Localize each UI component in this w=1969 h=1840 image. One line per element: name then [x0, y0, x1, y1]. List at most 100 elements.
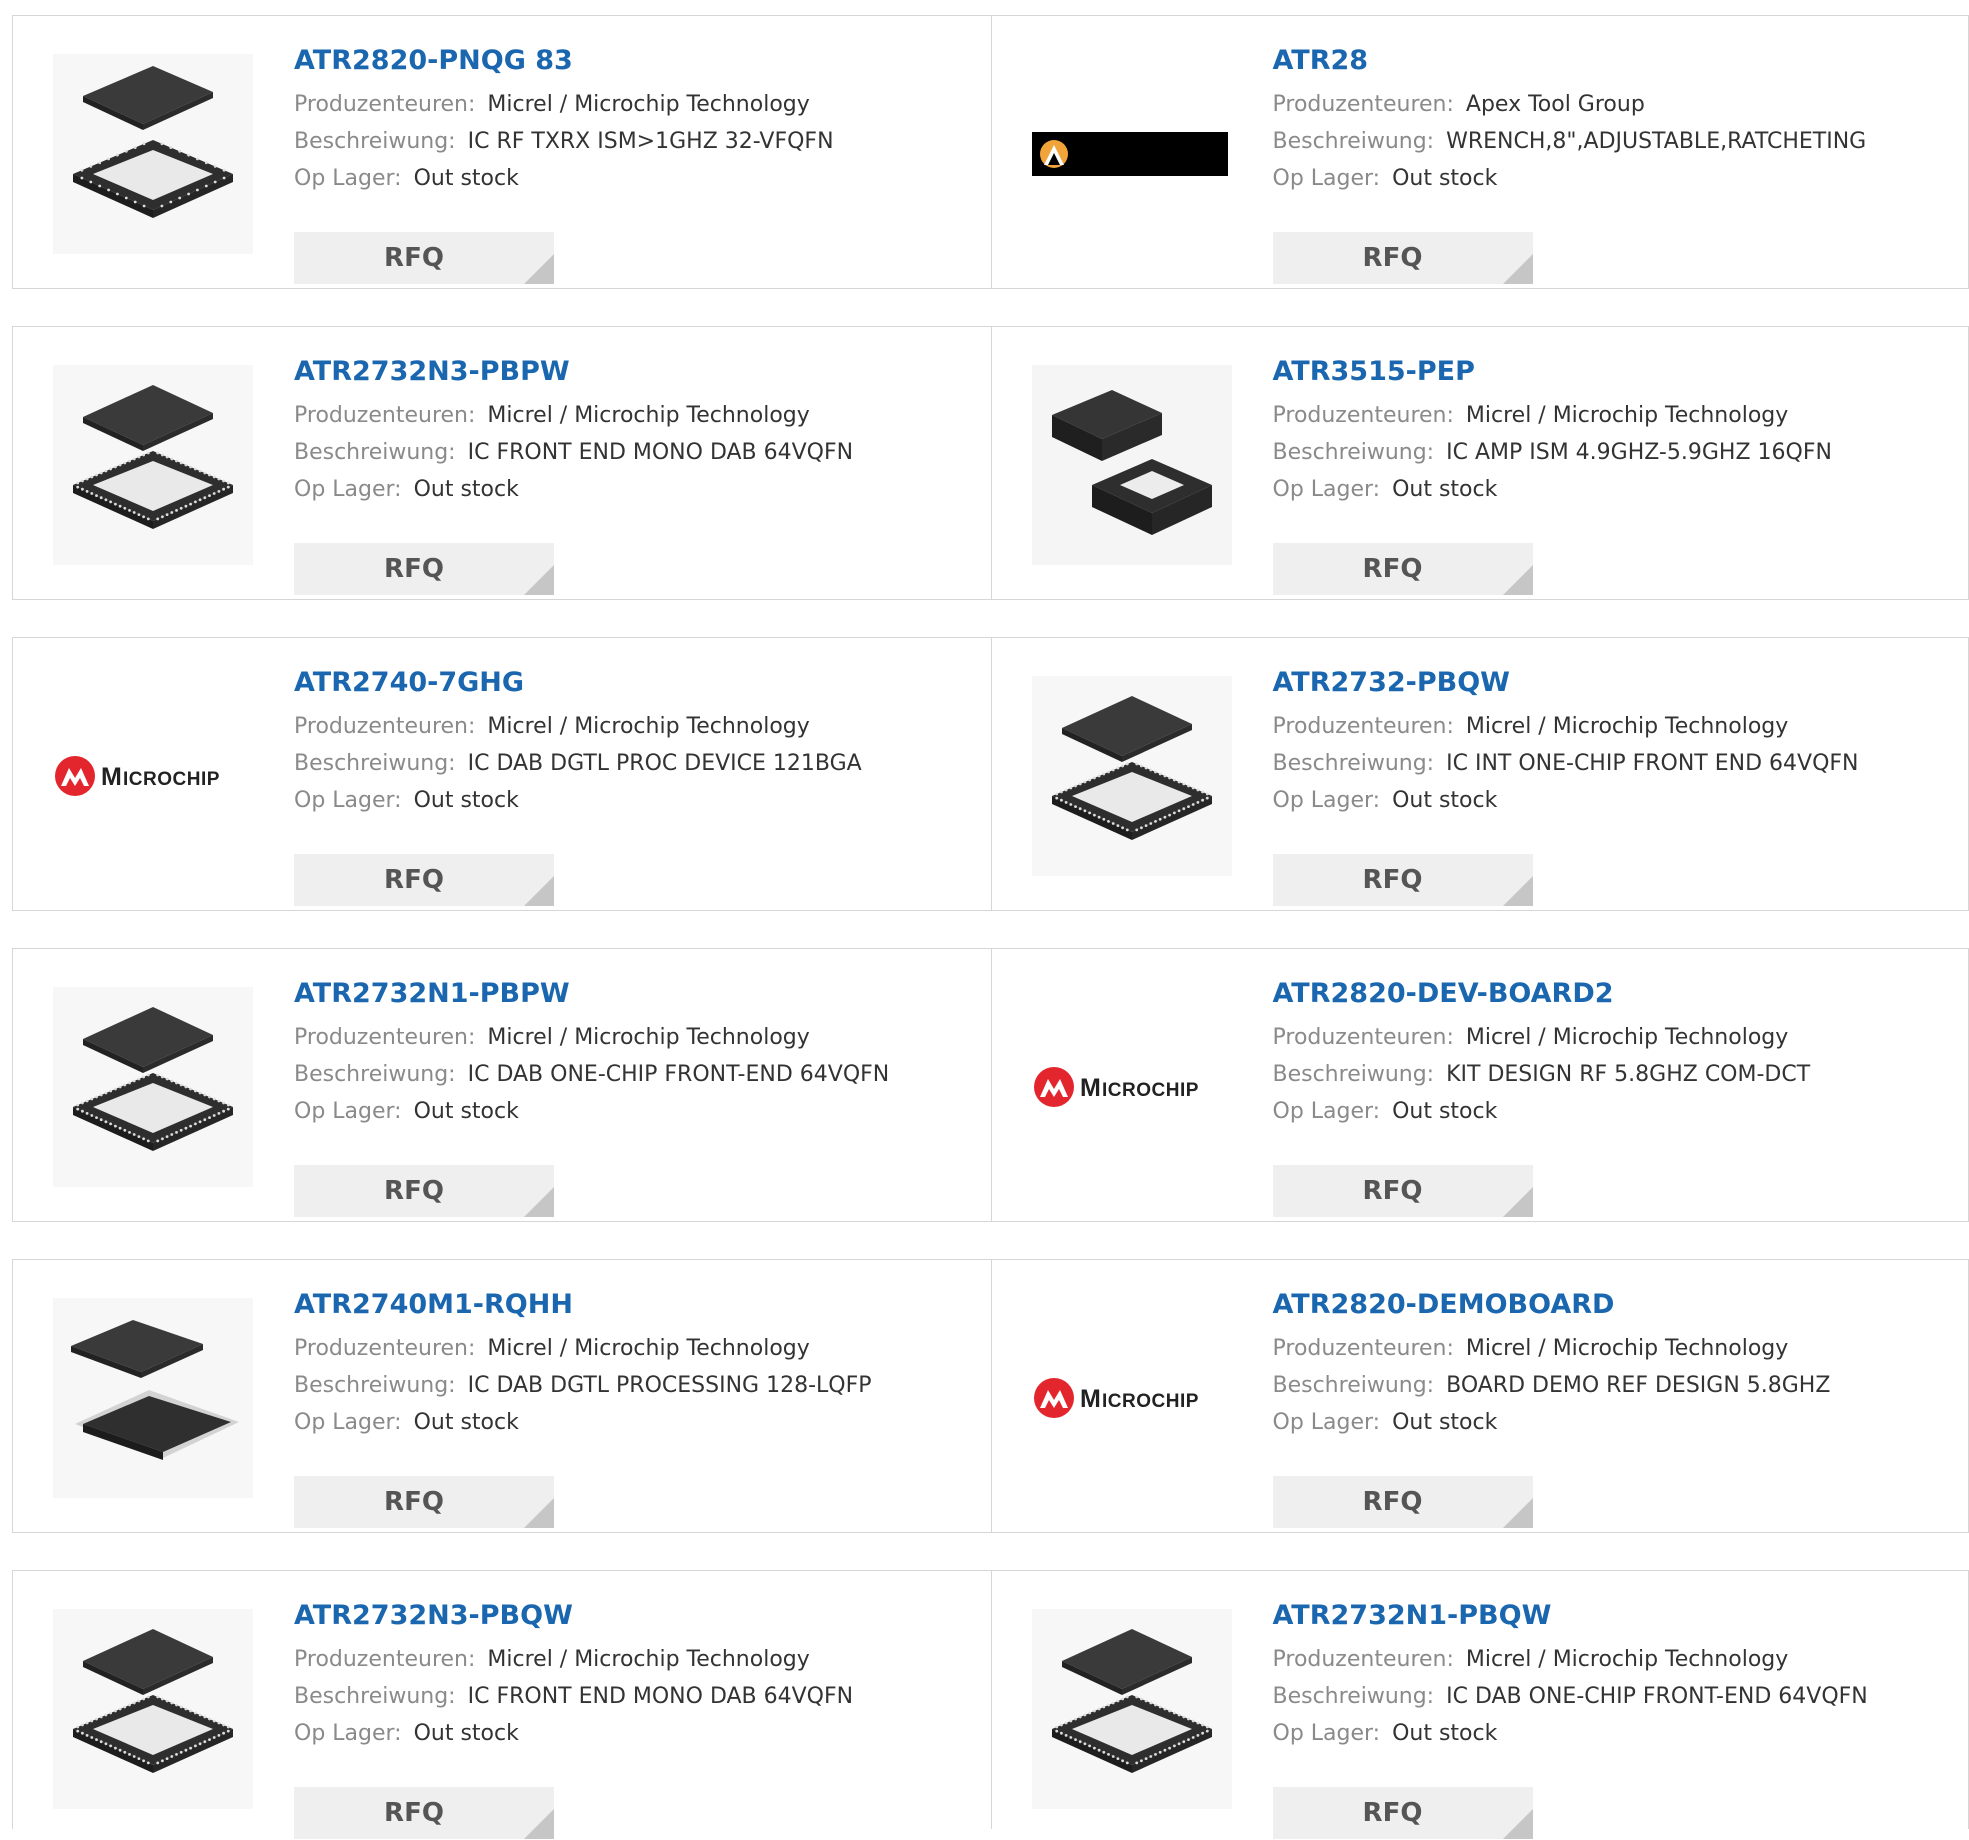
qfn-32-chip-icon[interactable] — [53, 54, 253, 254]
qfn-64-chip-icon[interactable] — [1031, 676, 1232, 876]
manufacturer-row: Produzenteuren: Micrel / Microchip Techno… — [1273, 708, 1959, 745]
manufacturer-label: Produzenteuren: — [1272, 1647, 1454, 1672]
description-row: Beschreiwung: IC DAB ONE-CHIP FRONT-END 6… — [294, 1056, 981, 1093]
stock-label: Op Lager: — [294, 1410, 402, 1435]
qfn-16-chip-icon[interactable] — [1031, 365, 1232, 565]
rfq-button[interactable]: RFQ — [1272, 1787, 1533, 1839]
rfq-button[interactable]: RFQ — [294, 1165, 554, 1217]
description-value: IC FRONT END MONO DAB 64VQFN — [467, 440, 854, 465]
rfq-button-label: RFQ — [384, 554, 444, 584]
part-number-link[interactable]: ATR2732N1-PBPW — [294, 977, 981, 1011]
rfq-button[interactable]: RFQ — [1272, 1165, 1533, 1217]
description-value: IC FRONT END MONO DAB 64VQFN — [467, 1684, 854, 1709]
stock-label: Op Lager: — [1272, 1410, 1381, 1435]
microchip-logo-icon[interactable]: M ICROCHIP — [53, 676, 253, 876]
corner-triangle-icon — [1502, 876, 1533, 906]
manufacturer-row: Produzenteuren: Micrel / Microchip Techno… — [1273, 1330, 1959, 1367]
part-number-link[interactable]: ATR2820-PNQG 83 — [294, 44, 981, 78]
rfq-button[interactable]: RFQ — [1272, 1476, 1533, 1528]
description-value: IC DAB ONE-CHIP FRONT-END 64VQFN — [1446, 1684, 1868, 1709]
manufacturer-row: Produzenteuren: Micrel / Microchip Techno… — [294, 1330, 981, 1367]
manufacturer-value: Apex Tool Group — [1465, 92, 1645, 117]
qfn-64-chip-icon[interactable] — [53, 987, 253, 1187]
part-number-link[interactable]: ATR2732N3-PBQW — [294, 1599, 981, 1633]
description-value: IC RF TXRX ISM>1GHZ 32-VFQFN — [467, 129, 834, 154]
product-info: ATR3515-PEP Produzenteuren: Micrel / Micr… — [1272, 355, 1959, 595]
rfq-button-label: RFQ — [384, 1487, 444, 1517]
stock-value: Out stock — [413, 477, 519, 502]
part-number-link[interactable]: ATR2740-7GHG — [294, 666, 981, 700]
part-number-link[interactable]: ATR2732-PBQW — [1273, 666, 1959, 700]
product-info: ATR2732N1-PBQW Produzenteuren: Micrel / M… — [1272, 1599, 1959, 1839]
description-label: Beschreiwung: — [294, 1062, 456, 1087]
description-label: Beschreiwung: — [1272, 1373, 1435, 1398]
manufacturer-label: Produzenteuren: — [294, 714, 476, 739]
manufacturer-value: Micrel / Microchip Technology — [487, 1025, 810, 1050]
qfn-64-chip-icon[interactable] — [1031, 1609, 1232, 1809]
stock-row: Op Lager: Out stock — [294, 471, 981, 508]
microchip-logo-icon[interactable]: M ICROCHIP — [1032, 1298, 1232, 1498]
product-info: ATR2820-PNQG 83 Produzenteuren: Micrel / … — [294, 44, 981, 284]
part-number-link[interactable]: ATR2820-DEMOBOARD — [1273, 1288, 1959, 1322]
microchip-logo-icon[interactable]: M ICROCHIP — [1032, 987, 1232, 1187]
corner-triangle-icon — [1502, 254, 1533, 284]
description-row: Beschreiwung: WRENCH,8",ADJUSTABLE,RATCHE… — [1273, 123, 1959, 160]
manufacturer-value: Micrel / Microchip Technology — [1465, 714, 1789, 739]
rfq-button-label: RFQ — [384, 1176, 444, 1206]
rfq-button[interactable]: RFQ — [1272, 543, 1533, 595]
product-card: ATR2820-PNQG 83 Produzenteuren: Micrel / … — [13, 16, 991, 288]
rfq-button[interactable]: RFQ — [294, 232, 554, 284]
part-number-link[interactable]: ATR2740M1-RQHH — [294, 1288, 981, 1322]
rfq-button[interactable]: RFQ — [294, 543, 554, 595]
stock-value: Out stock — [1392, 1410, 1498, 1435]
stock-row: Op Lager: Out stock — [294, 1404, 981, 1441]
stock-row: Op Lager: Out stock — [1273, 1404, 1959, 1441]
qfn-64-chip-icon[interactable] — [53, 1609, 253, 1809]
rfq-button-label: RFQ — [1362, 1176, 1423, 1206]
stock-label: Op Lager: — [1272, 1099, 1381, 1124]
rfq-button[interactable]: RFQ — [294, 1476, 554, 1528]
rfq-button[interactable]: RFQ — [1272, 854, 1533, 906]
product-card: M ICROCHIP ATR2820-DEMOBOARD Produzenteu… — [990, 1260, 1969, 1532]
corner-triangle-icon — [1502, 1809, 1533, 1839]
stock-value: Out stock — [1392, 1721, 1498, 1746]
part-number-link[interactable]: ATR3515-PEP — [1273, 355, 1959, 389]
product-card: ATR2732-PBQW Produzenteuren: Micrel / Mic… — [990, 638, 1969, 910]
part-number-link[interactable]: ATR2732N1-PBQW — [1273, 1599, 1959, 1633]
stock-value: Out stock — [1392, 1099, 1498, 1124]
stock-label: Op Lager: — [294, 1099, 402, 1124]
product-card: ATR2732N1-PBPW Produzenteuren: Micrel / M… — [13, 949, 991, 1221]
product-card: M ICROCHIP ATR2740-7GHG Produzenteuren: M… — [13, 638, 991, 910]
product-card: ATR2740M1-RQHH Produzenteuren: Micrel / M… — [13, 1260, 991, 1532]
rfq-button-label: RFQ — [384, 1798, 444, 1828]
apex-logo-icon[interactable] — [1031, 54, 1232, 254]
rfq-button[interactable]: RFQ — [1272, 232, 1533, 284]
description-row: Beschreiwung: KIT DESIGN RF 5.8GHZ COM-DC… — [1273, 1056, 1959, 1093]
product-info: ATR2820-DEV-BOARD2 Produzenteuren: Micrel… — [1272, 977, 1959, 1217]
product-card: ATR3515-PEP Produzenteuren: Micrel / Micr… — [990, 327, 1969, 599]
rfq-button[interactable]: RFQ — [294, 1787, 554, 1839]
description-label: Beschreiwung: — [294, 129, 456, 154]
product-card: ATR2732N3-PBPW Produzenteuren: Micrel / M… — [13, 327, 991, 599]
rfq-button[interactable]: RFQ — [294, 854, 554, 906]
svg-text:M: M — [101, 763, 122, 791]
product-info: ATR2820-DEMOBOARD Produzenteuren: Micrel … — [1272, 1288, 1959, 1528]
manufacturer-row: Produzenteuren: Apex Tool Group — [1273, 86, 1959, 123]
manufacturer-row: Produzenteuren: Micrel / Microchip Techno… — [294, 708, 981, 745]
qfn-64-chip-icon[interactable] — [53, 365, 253, 565]
manufacturer-label: Produzenteuren: — [1272, 1025, 1454, 1050]
stock-label: Op Lager: — [1272, 477, 1381, 502]
manufacturer-label: Produzenteuren: — [1272, 1336, 1454, 1361]
manufacturer-label: Produzenteuren: — [1272, 714, 1454, 739]
part-number-link[interactable]: ATR2732N3-PBPW — [294, 355, 981, 389]
manufacturer-value: Micrel / Microchip Technology — [487, 714, 810, 739]
description-value: IC INT ONE-CHIP FRONT END 64VQFN — [1446, 751, 1859, 776]
manufacturer-label: Produzenteuren: — [294, 403, 476, 428]
part-number-link[interactable]: ATR28 — [1273, 44, 1959, 78]
part-number-link[interactable]: ATR2820-DEV-BOARD2 — [1273, 977, 1959, 1011]
product-info: ATR2740M1-RQHH Produzenteuren: Micrel / M… — [294, 1288, 981, 1528]
manufacturer-row: Produzenteuren: Micrel / Microchip Techno… — [294, 1019, 981, 1056]
product-card: ATR28 Produzenteuren: Apex Tool Group Bes… — [990, 16, 1969, 288]
lqfp-128-chip-icon[interactable] — [53, 1298, 253, 1498]
stock-value: Out stock — [1392, 477, 1498, 502]
